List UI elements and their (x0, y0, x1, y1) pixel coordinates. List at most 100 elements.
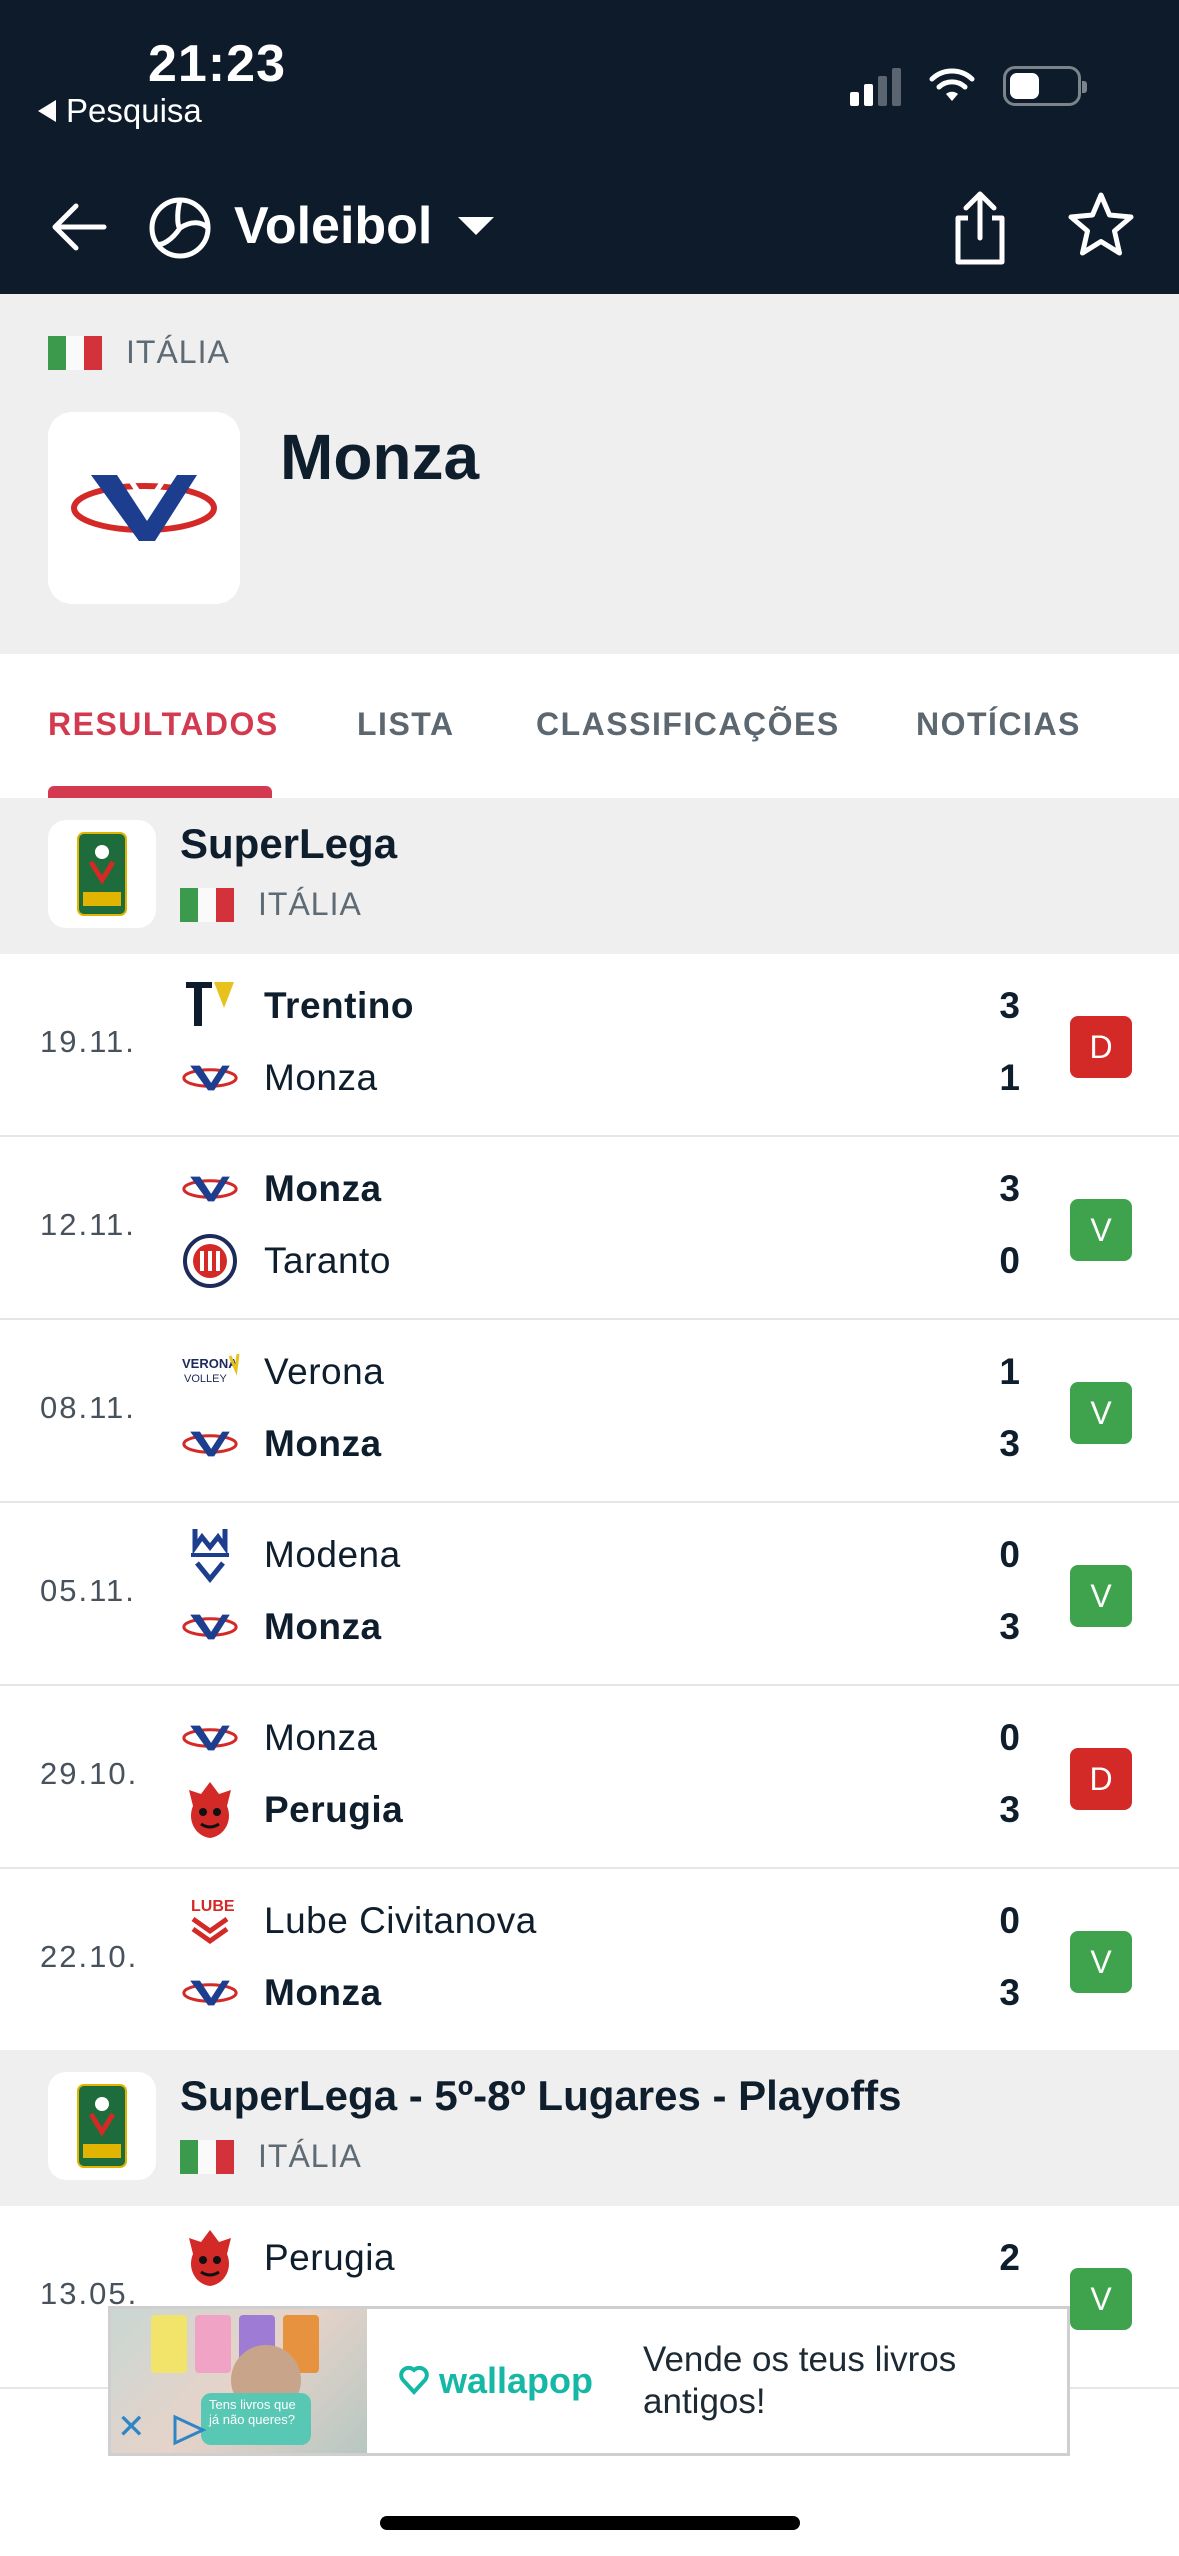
competition-country-label: ITÁLIA (258, 2138, 362, 2174)
result-badge: V (1070, 1199, 1132, 1261)
taranto-logo-icon (180, 1231, 240, 1291)
away-team-name: Perugia (264, 1789, 404, 1830)
back-arrow-icon[interactable] (44, 192, 114, 262)
team-logo (48, 412, 240, 604)
ad-brand-label: wallapop (439, 2360, 594, 2401)
sport-title: Voleibol (234, 197, 433, 255)
ad-close-icon[interactable]: ✕ (117, 2407, 146, 2447)
match-row[interactable]: 08.11. VERONA VOLLEY Verona 1 Monza 3 V (0, 1320, 1179, 1503)
italy-flag-icon (48, 335, 102, 370)
ad-image-caption: Tens livros que já não queres? (201, 2393, 311, 2445)
home-score: 0 (999, 1900, 1020, 1941)
away-team-row: Monza 3 (180, 1414, 1040, 1474)
team-country-label: ITÁLIA (126, 334, 230, 370)
match-row[interactable]: 22.10. LUBE Lube Civitanova 0 Monza 3 V (0, 1869, 1179, 2052)
match-date: 05.11. (40, 1573, 136, 1608)
share-icon[interactable] (948, 188, 1012, 268)
match-date: 19.11. (40, 1024, 136, 1059)
tab-results[interactable]: RESULTADOS (48, 706, 279, 743)
match-row[interactable]: 29.10. Monza 0 Perugia 3 D (0, 1686, 1179, 1869)
italy-flag-icon (180, 887, 234, 922)
match-date: 08.11. (40, 1390, 136, 1425)
status-icons (850, 66, 1087, 106)
wallapop-logo-icon (399, 2365, 429, 2395)
result-badge: V (1070, 1565, 1132, 1627)
home-team-name: Lube Civitanova (264, 1900, 537, 1941)
home-team-row: Modena 0 (180, 1525, 1040, 1585)
competition-header[interactable]: SuperLega ITÁLIA (0, 798, 1179, 954)
competition-country: ITÁLIA (180, 2138, 362, 2175)
home-score: 0 (999, 1717, 1020, 1758)
tab-news[interactable]: NOTÍCIAS (916, 706, 1081, 743)
svg-text:VOLLEY: VOLLEY (184, 1373, 227, 1385)
ad-text: Vende os teus livros antigos! (643, 2340, 957, 2421)
ad-banner[interactable]: Tens livros que já não queres? ✕ wallapo… (108, 2306, 1070, 2456)
match-row[interactable]: 05.11. Modena 0 Monza 3 V (0, 1503, 1179, 1686)
home-team-name: Monza (264, 1168, 382, 1209)
back-to-search-link[interactable]: Pesquisa (38, 92, 202, 130)
perugia-logo-icon (180, 1780, 240, 1840)
ad-image: Tens livros que já não queres? ✕ (111, 2309, 367, 2453)
battery-icon (1003, 66, 1087, 106)
away-score: 0 (999, 1240, 1020, 1281)
home-score: 3 (999, 1168, 1020, 1209)
sport-selector[interactable]: Voleibol (234, 196, 495, 256)
wifi-icon (929, 68, 975, 101)
away-score: 3 (999, 1423, 1020, 1464)
verona-logo-icon: VERONA VOLLEY (180, 1342, 240, 1402)
home-score: 1 (999, 1351, 1020, 1392)
match-row[interactable]: 19.11. Trentino 3 Monza 1 D (0, 954, 1179, 1137)
home-team-row: Monza 0 (180, 1708, 1040, 1768)
away-score: 1 (999, 1057, 1020, 1098)
tab-standings[interactable]: CLASSIFICAÇÕES (536, 706, 840, 743)
home-team-row: LUBE Lube Civitanova 0 (180, 1891, 1040, 1951)
home-team-row: Monza 3 (180, 1159, 1040, 1219)
match-date: 29.10. (40, 1756, 139, 1791)
home-score: 2 (999, 2237, 1020, 2278)
result-badge: D (1070, 1748, 1132, 1810)
away-team-name: Monza (264, 1606, 382, 1647)
competition-name: SuperLega (180, 820, 398, 867)
monza-logo-icon (180, 1708, 240, 1768)
match-row[interactable]: 12.11. Monza 3 Taranto 0 V (0, 1137, 1179, 1320)
home-team-row: Perugia 2 (180, 2228, 1040, 2288)
home-team-name: Verona (264, 1351, 385, 1392)
tab-list[interactable]: LISTA (357, 706, 455, 743)
home-score: 3 (999, 985, 1020, 1026)
favorite-star-icon[interactable] (1066, 190, 1136, 260)
away-score: 3 (999, 1606, 1020, 1647)
away-score: 3 (999, 1789, 1020, 1830)
monza-logo-icon (180, 1159, 240, 1219)
superlega-logo-icon (48, 820, 156, 928)
result-badge: V (1070, 2268, 1132, 2330)
away-score: 3 (999, 1972, 1020, 2013)
away-team-name: Taranto (264, 1240, 391, 1281)
result-badge: D (1070, 1016, 1132, 1078)
away-team-row: Monza 1 (180, 1048, 1040, 1108)
home-team-name: Monza (264, 1717, 378, 1758)
away-team-name: Monza (264, 1972, 382, 2013)
home-team-name: Modena (264, 1534, 401, 1575)
cellular-signal-icon (850, 66, 901, 106)
back-to-search-label: Pesquisa (66, 92, 202, 129)
away-team-row: Perugia 3 (180, 1780, 1040, 1840)
match-date: 22.10. (40, 1939, 139, 1974)
away-team-name: Monza (264, 1423, 382, 1464)
volleyball-icon (149, 197, 211, 259)
monza-logo-icon (180, 1597, 240, 1657)
away-team-row: Monza 3 (180, 1963, 1040, 2023)
competition-header[interactable]: SuperLega - 5º-8º Lugares - Playoffs ITÁ… (0, 2050, 1179, 2206)
monza-logo-icon (71, 473, 217, 541)
monza-logo-icon (180, 1963, 240, 2023)
back-triangle-icon (38, 100, 56, 122)
ad-info-icon[interactable] (169, 2413, 209, 2447)
home-indicator[interactable] (380, 2516, 800, 2530)
trentino-logo-icon (180, 976, 240, 1036)
result-badge: V (1070, 1382, 1132, 1444)
top-bar: 21:23 Pesquisa Voleibol (0, 0, 1179, 294)
modena-logo-icon (180, 1525, 240, 1585)
home-team-name: Perugia (264, 2237, 396, 2278)
tab-bar: RESULTADOS LISTA CLASSIFICAÇÕES NOTÍCIAS (0, 654, 1179, 798)
away-team-name: Monza (264, 1057, 378, 1098)
home-score: 0 (999, 1534, 1020, 1575)
